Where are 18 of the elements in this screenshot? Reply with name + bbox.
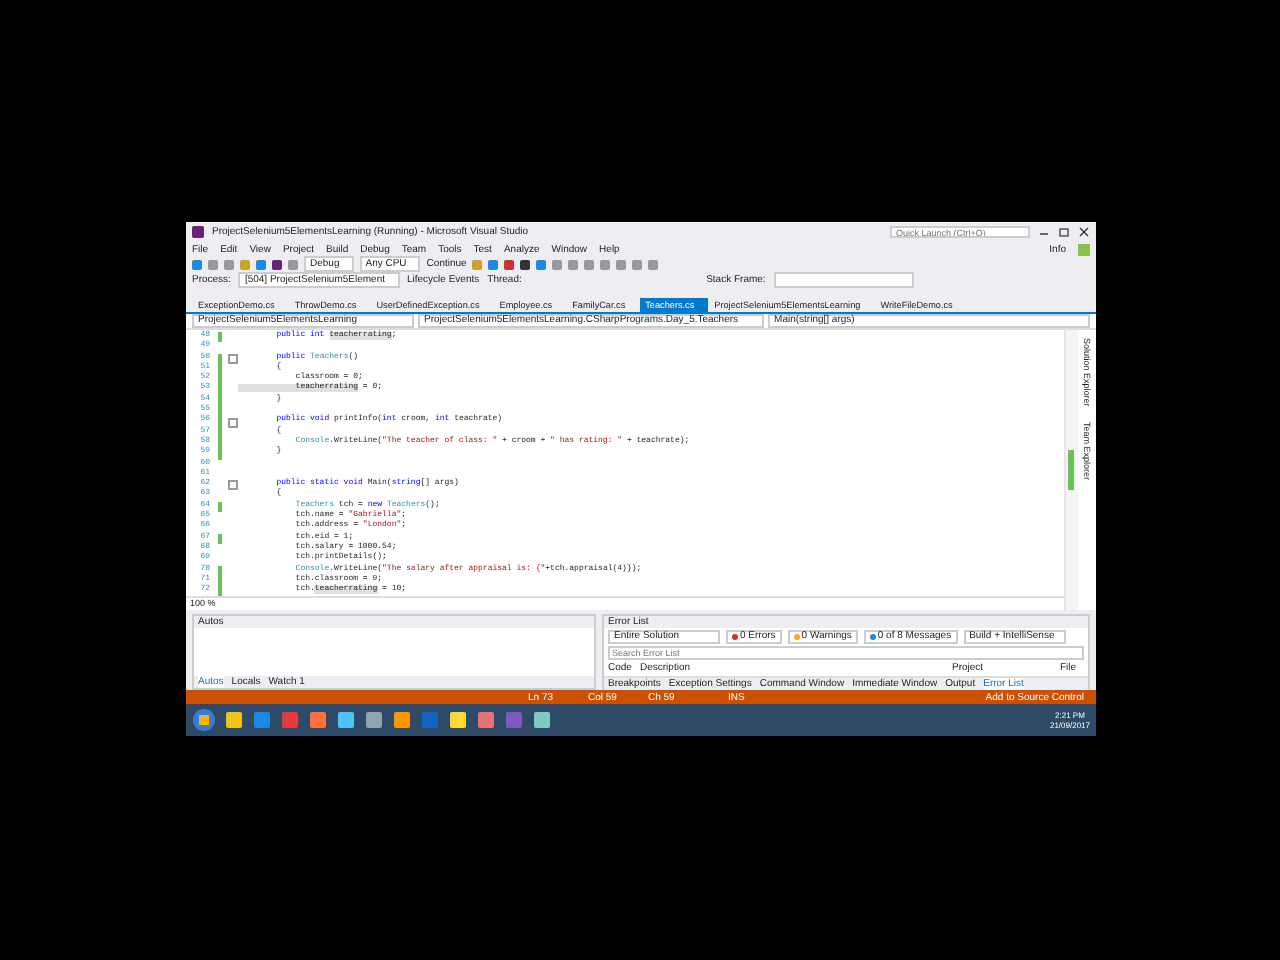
account-avatar[interactable]	[1078, 243, 1090, 255]
taskbar-app-icon[interactable]	[306, 709, 328, 731]
close-icon[interactable]	[1078, 226, 1090, 238]
restore-icon[interactable]	[1058, 226, 1070, 238]
taskbar-app-icon[interactable]	[362, 709, 384, 731]
taskbar-app-icon[interactable]	[222, 709, 244, 731]
collapse-icon[interactable]	[228, 480, 238, 491]
taskbar-app-icon[interactable]	[446, 709, 468, 731]
taskbar-app-icon[interactable]	[474, 709, 496, 731]
start-button[interactable]	[192, 708, 216, 732]
stack-frame-dropdown[interactable]	[773, 272, 914, 288]
collapse-icon[interactable]	[228, 353, 238, 364]
visual-studio-icon	[192, 226, 204, 238]
scrollbar[interactable]	[1064, 330, 1078, 610]
collapse-icon[interactable]	[228, 417, 238, 428]
taskbar-app-icon[interactable]	[390, 709, 412, 731]
taskbar-app-icon[interactable]	[334, 709, 356, 731]
taskbar-app-icon[interactable]	[530, 709, 552, 731]
